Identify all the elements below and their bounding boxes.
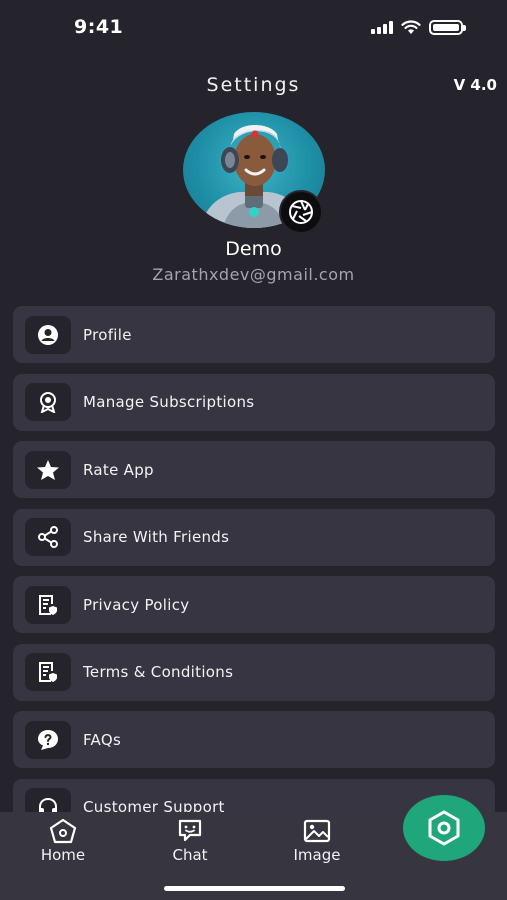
cellular-signal-icon (371, 21, 393, 34)
chat-bubble-icon (178, 819, 202, 842)
menu-label: FAQs (83, 730, 122, 749)
status-icons (371, 20, 466, 35)
menu-label: Rate App (83, 460, 154, 479)
award-badge-icon (25, 383, 71, 421)
menu-item-rate-app[interactable]: Rate App (13, 441, 495, 498)
menu-label: Terms & Conditions (83, 663, 234, 681)
profile-email: Zarathxdev@gmail.com (152, 265, 355, 284)
settings-menu: Profile Manage Subscriptions Rate App Sh… (13, 306, 495, 846)
menu-item-privacy-policy[interactable]: Privacy Policy (13, 576, 495, 633)
user-circle-icon (25, 315, 71, 354)
star-icon (25, 450, 71, 489)
nav-chat[interactable]: Chat (150, 818, 230, 864)
nav-image-label: Image (293, 846, 341, 864)
menu-label: Manage Subscriptions (83, 393, 255, 411)
status-bar: 9:41 (0, 0, 507, 56)
menu-item-share-with-friends[interactable]: Share With Friends (13, 508, 495, 566)
image-icon (303, 819, 331, 843)
change-photo-button[interactable] (279, 190, 323, 234)
menu-item-terms-conditions[interactable]: Terms & Conditions (13, 643, 495, 701)
ai-assistant-fab-button[interactable] (403, 795, 485, 861)
share-icon (25, 518, 71, 556)
hexagon-icon (428, 810, 460, 846)
menu-label: Share With Friends (83, 528, 230, 546)
camera-aperture-icon (289, 200, 313, 224)
nav-image[interactable]: Image (277, 818, 357, 864)
menu-item-profile[interactable]: Profile (13, 306, 495, 363)
menu-label: Profile (83, 325, 132, 344)
wifi-icon (401, 20, 421, 34)
document-shield-icon (25, 585, 71, 624)
profile-name: Demo (225, 238, 282, 260)
avatar-container (183, 112, 325, 234)
battery-icon (429, 20, 466, 35)
nav-chat-label: Chat (172, 846, 208, 864)
nav-home-label: Home (40, 846, 86, 864)
menu-label: Privacy Policy (83, 595, 190, 614)
home-indicator (164, 886, 345, 891)
status-time: 9:41 (74, 16, 124, 38)
question-bubble-icon (25, 720, 71, 759)
page-title: Settings (206, 74, 301, 96)
version-label: V 4.0 (453, 76, 497, 94)
menu-item-faqs[interactable]: FAQs (13, 711, 495, 768)
nav-home[interactable]: Home (23, 818, 103, 864)
menu-item-manage-subscriptions[interactable]: Manage Subscriptions (13, 373, 495, 431)
document-shield-icon (25, 653, 71, 691)
home-hexagon-icon (49, 818, 77, 844)
